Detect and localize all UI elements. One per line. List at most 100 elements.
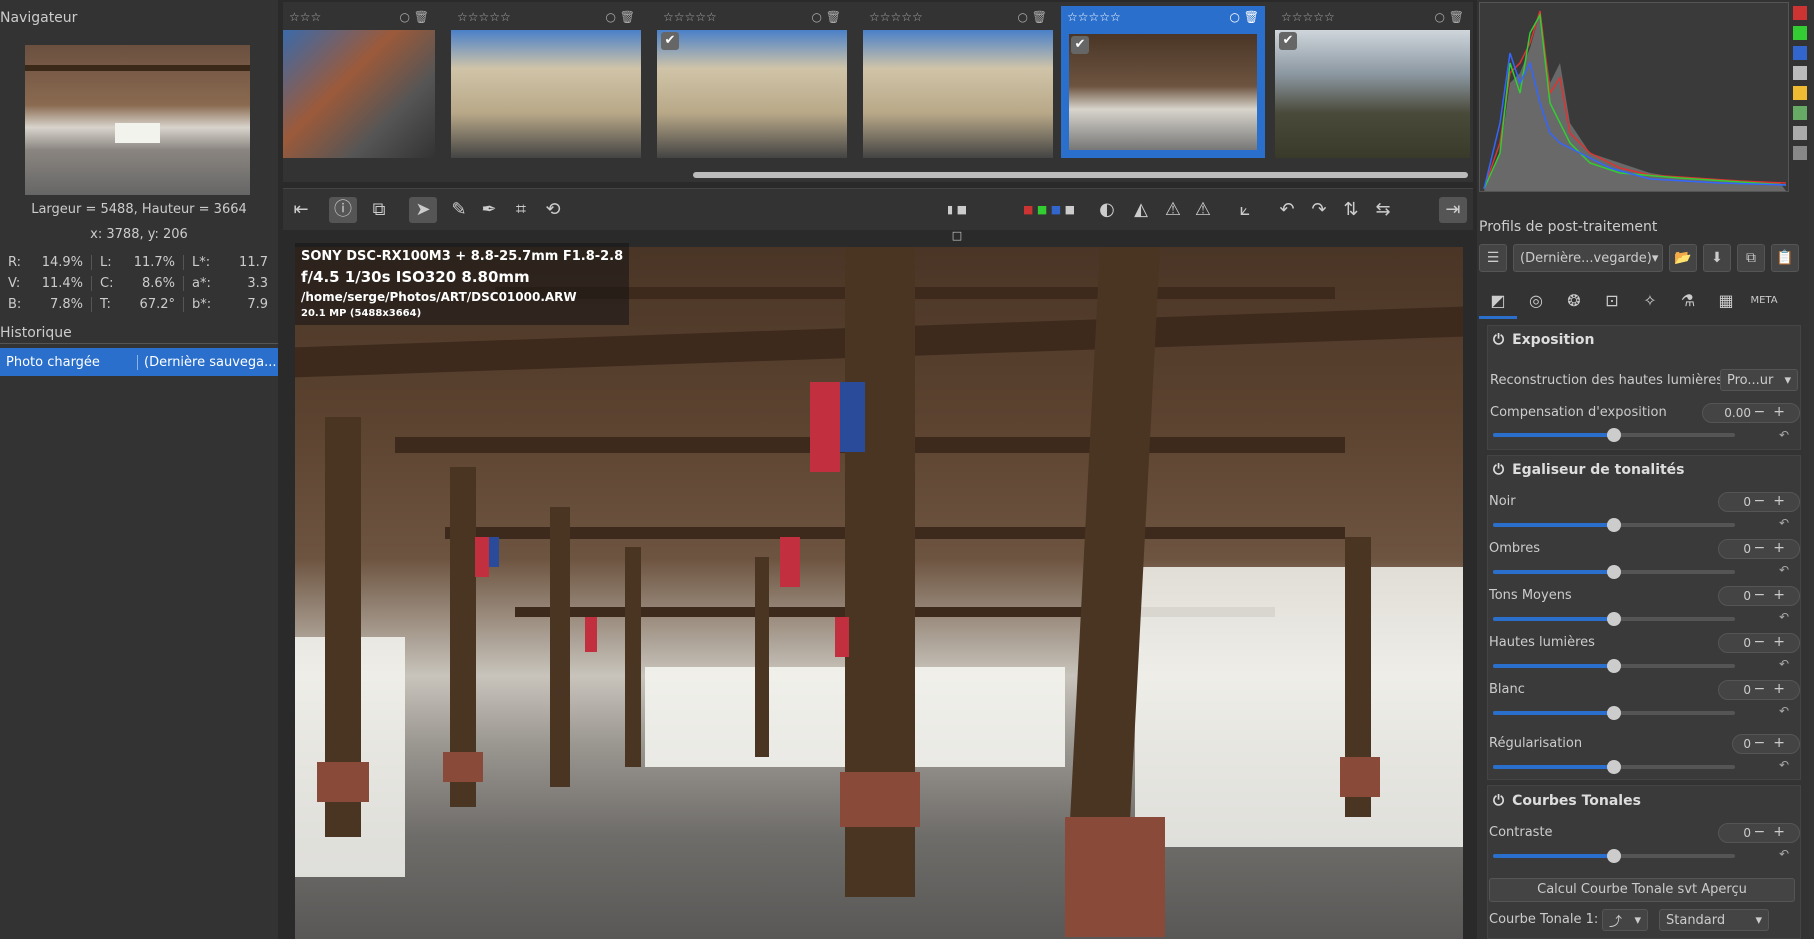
power-icon[interactable]: ⏻ (1493, 793, 1504, 809)
histogram-blue-toggle-icon[interactable] (1793, 46, 1807, 60)
thumb-actions-icon[interactable]: ○ 🗑 (811, 10, 841, 24)
histogram[interactable] (1479, 2, 1789, 192)
rating-stars[interactable]: ☆☆☆☆☆ (1281, 10, 1335, 24)
thumb-actions-icon[interactable]: ○ 🗑 (1229, 10, 1259, 24)
thumb-actions-icon[interactable]: ○ 🗑 (1434, 10, 1464, 24)
noir-spin[interactable]: 0 −+ (1718, 492, 1800, 512)
white-balance-picker-icon[interactable]: ✒ (475, 197, 503, 223)
thumb-actions-icon[interactable]: ○ 🗑 (399, 10, 429, 24)
histogram-luminance-toggle-icon[interactable] (1793, 66, 1807, 80)
tab-color-icon[interactable]: ❂ (1555, 283, 1593, 319)
histogram-red-toggle-icon[interactable] (1793, 6, 1807, 20)
copy-profile-icon[interactable]: ⧉ (1737, 244, 1765, 272)
power-icon[interactable]: ⏻ (1493, 332, 1504, 348)
reset-icon[interactable]: ↶ (1779, 704, 1789, 718)
open-profile-icon[interactable]: 📂 (1669, 244, 1697, 272)
rating-stars[interactable]: ☆☆☆☆☆ (663, 10, 717, 24)
plus-minus-icon[interactable]: −+ (1754, 824, 1793, 840)
flip-horizontal-icon[interactable]: ⇆ (1369, 197, 1397, 223)
histogram-raw-toggle-icon[interactable] (1793, 106, 1807, 120)
contraste-slider[interactable] (1493, 849, 1735, 863)
tab-details-icon[interactable]: ◎ (1517, 283, 1555, 319)
navigator-preview[interactable] (25, 45, 250, 195)
rating-stars[interactable]: ☆☆☆☆☆ (869, 10, 923, 24)
rating-stars[interactable]: ☆☆☆☆☆ (457, 10, 511, 24)
filmstrip-thumb[interactable]: ☆☆☆☆☆ ○ 🗑 ✔ (1275, 6, 1470, 158)
rotate-right-icon[interactable]: ↷ (1305, 197, 1333, 223)
checked-icon[interactable]: ✔ (1071, 36, 1089, 54)
noir-slider[interactable] (1493, 518, 1735, 532)
slider-knob[interactable] (1607, 612, 1621, 626)
ombres-slider[interactable] (1493, 565, 1735, 579)
straighten-icon[interactable]: ⟲ (539, 197, 567, 223)
plus-minus-icon[interactable]: −+ (1754, 493, 1793, 509)
tab-advanced-icon[interactable]: ⊡ (1593, 283, 1631, 319)
warning-icon[interactable]: ⚠ (1159, 197, 1187, 223)
filmstrip-scrollbar[interactable] (693, 172, 1468, 178)
flip-vertical-icon[interactable]: ⇅ (1337, 197, 1365, 223)
plus-minus-icon[interactable]: −+ (1754, 634, 1793, 650)
color-picker-icon[interactable]: ✎ (445, 197, 473, 223)
ombres-spin[interactable]: 0 −+ (1718, 539, 1800, 559)
tone-eq-header[interactable]: ⏻ Egaliseur de tonalités (1487, 456, 1801, 484)
plus-minus-icon[interactable]: −+ (1754, 681, 1793, 697)
slider-knob[interactable] (1607, 565, 1621, 579)
hand-tool-icon[interactable]: ➤ (409, 197, 437, 223)
info-icon[interactable]: ⓘ (329, 197, 357, 223)
histogram-bar-toggle-icon[interactable] (1793, 146, 1807, 160)
tab-transform-icon[interactable]: ✧ (1631, 283, 1669, 319)
exposure-comp-spin[interactable]: 0.00 −+ (1702, 403, 1800, 423)
slider-knob[interactable] (1607, 760, 1621, 774)
reset-icon[interactable]: ↶ (1779, 428, 1789, 442)
contraste-spin[interactable]: 0 −+ (1718, 823, 1800, 843)
histogram-chroma-toggle-icon[interactable] (1793, 86, 1807, 100)
regularisation-slider[interactable] (1493, 760, 1735, 774)
blanc-slider[interactable] (1493, 706, 1735, 720)
collapse-left-icon[interactable]: ⇤ (287, 197, 315, 223)
regularisation-spin[interactable]: 0 −+ (1732, 734, 1800, 754)
tons-moyens-slider[interactable] (1493, 612, 1735, 626)
histogram-green-toggle-icon[interactable] (1793, 26, 1807, 40)
curve1-mode-combo[interactable]: Standard ▾ (1659, 909, 1769, 931)
histogram-scale-toggle-icon[interactable] (1793, 126, 1807, 140)
calc-curve-button[interactable]: Calcul Courbe Tonale svt Aperçu (1489, 878, 1795, 902)
filmstrip-thumb[interactable]: ☆☆☆☆☆ ○ 🗑 ✔ (657, 6, 847, 158)
tons-moyens-spin[interactable]: 0 −+ (1718, 586, 1800, 606)
perspective-icon[interactable]: ⟀ (1231, 197, 1259, 223)
reset-icon[interactable]: ↶ (1779, 847, 1789, 861)
collapse-right-icon[interactable]: ⇥ (1439, 197, 1467, 223)
channel-preview-icon[interactable]: ■ ■ ■ ■ (1019, 197, 1079, 223)
checked-icon[interactable]: ✔ (1279, 32, 1297, 50)
profile-list-icon[interactable]: ☰ (1479, 244, 1507, 272)
plus-minus-icon[interactable]: −+ (1754, 540, 1793, 556)
rating-stars[interactable]: ☆☆☆☆☆ (1067, 10, 1121, 24)
thumb-actions-icon[interactable]: ○ 🗑 (1017, 10, 1047, 24)
hautes-lumieres-slider[interactable] (1493, 659, 1735, 673)
rotate-left-icon[interactable]: ↶ (1273, 197, 1301, 223)
save-profile-icon[interactable]: ⬇ (1703, 244, 1731, 272)
curve1-type-combo[interactable]: ⤴ ▾ (1602, 909, 1648, 931)
tab-exposure-icon[interactable]: ◩ (1479, 283, 1517, 319)
history-entry[interactable]: Photo chargée (Dernière sauvega... (0, 348, 278, 376)
exposure-comp-slider[interactable] (1493, 428, 1735, 442)
reset-icon[interactable]: ↶ (1779, 610, 1789, 624)
filmstrip-thumb[interactable]: ☆☆☆☆☆ ○ 🗑 (451, 6, 641, 158)
filmstrip-thumb[interactable]: ☆☆☆☆☆ ○ 🗑 (863, 6, 1053, 158)
plus-minus-icon[interactable]: −+ (1754, 735, 1793, 751)
slider-knob[interactable] (1607, 659, 1621, 673)
slider-knob[interactable] (1607, 706, 1621, 720)
reset-icon[interactable]: ↶ (1779, 657, 1789, 671)
background-color-icon[interactable]: ▮ ■ □ (943, 197, 971, 242)
tone-curves-header[interactable]: ⏻ Courbes Tonales (1487, 787, 1801, 815)
main-image-preview[interactable] (295, 247, 1463, 939)
slider-knob[interactable] (1607, 428, 1621, 442)
filmstrip-thumb-selected[interactable]: ☆☆☆☆☆ ○ 🗑 ✔ (1061, 6, 1265, 158)
hl-recon-combo[interactable]: Pro...ur ▾ (1720, 369, 1798, 391)
highlight-clip-icon[interactable]: ⚠ (1189, 197, 1217, 223)
power-icon[interactable]: ⏻ (1493, 462, 1504, 478)
profile-combo[interactable]: (Dernière...vegarde) ▾ (1513, 244, 1663, 272)
reset-icon[interactable]: ↶ (1779, 563, 1789, 577)
reset-icon[interactable]: ↶ (1779, 516, 1789, 530)
paste-profile-icon[interactable]: 📋 (1771, 244, 1799, 272)
slider-knob[interactable] (1607, 849, 1621, 863)
